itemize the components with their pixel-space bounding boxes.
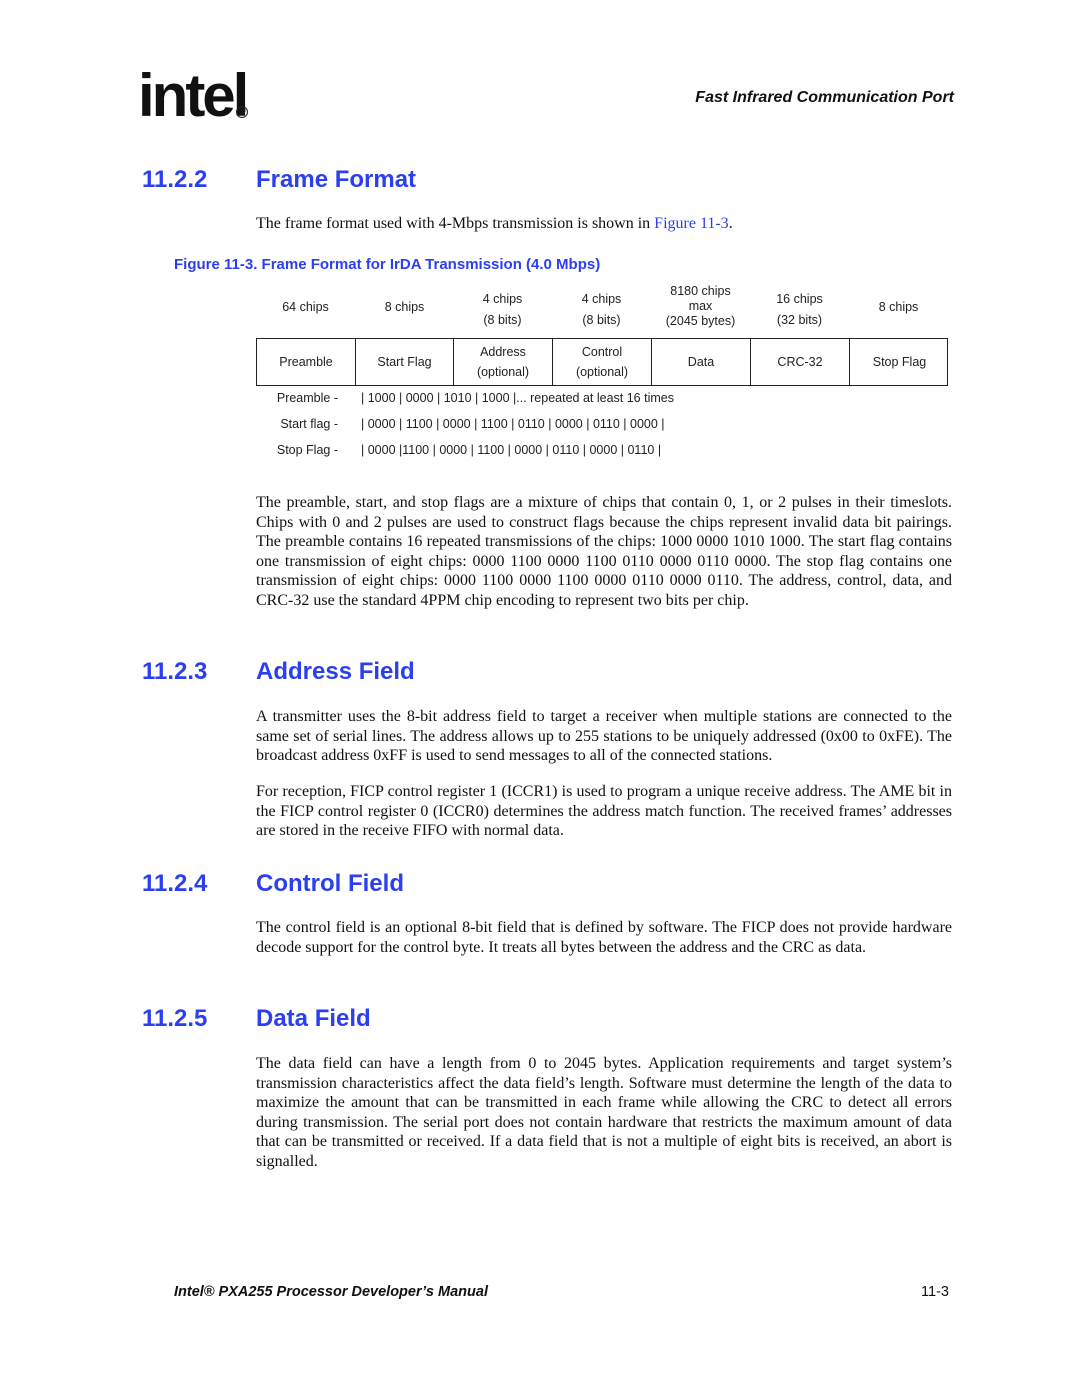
field-size-line: max	[688, 298, 713, 313]
field-size-line: (32 bits)	[776, 313, 823, 327]
frame-field-cell: CRC-32	[751, 339, 850, 385]
sequence-value-preamble: | 1000 | 0000 | 1010 | 1000 |... repeate…	[361, 391, 674, 405]
section-title-control-field: Control Field	[256, 870, 404, 897]
registered-mark-icon: ®	[236, 106, 248, 118]
frame-field-name: Address	[480, 345, 526, 359]
frame-field-cell: Stop Flag	[850, 339, 949, 385]
frame-field-cell: Control (optional)	[553, 339, 652, 385]
frame-field-name: Start Flag	[377, 355, 432, 369]
sequence-label-preamble: Preamble -	[276, 391, 338, 405]
field-size-line: (2045 bytes)	[665, 313, 736, 328]
field-size-line: 16 chips	[776, 292, 823, 306]
logo-wordmark: intel	[138, 62, 249, 129]
intro-end: .	[728, 215, 733, 232]
section-title-data-field: Data Field	[256, 1005, 371, 1032]
frame-field-name: Data	[687, 355, 715, 369]
field-size-label: 4 chips (8 bits)	[453, 289, 552, 331]
figure-link[interactable]: Figure 11-3	[654, 215, 729, 232]
sequence-label-stop-flag: Stop Flag -	[276, 443, 338, 457]
intel-logo: intel ®	[138, 66, 258, 132]
section-number-address-field: 11.2.3	[142, 658, 208, 685]
field-size-line: (8 bits)	[483, 313, 522, 327]
figure-caption: Figure 11-3. Frame Format for IrDA Trans…	[174, 256, 601, 273]
field-size-label: 64 chips	[256, 300, 355, 315]
field-size-label: 4 chips (8 bits)	[552, 289, 651, 331]
control-field-paragraph: The control field is an optional 8-bit f…	[256, 919, 952, 956]
frame-field-name: Control	[581, 345, 623, 359]
field-size-line: 8 chips	[384, 299, 425, 314]
sequence-value-stop-flag: | 0000 |1100 | 0000 | 1100 | 0000 | 0110…	[361, 443, 662, 457]
section-title-address-field: Address Field	[256, 658, 415, 685]
section-number-control-field: 11.2.4	[142, 870, 208, 897]
field-size-line: 4 chips	[482, 292, 523, 306]
frame-field-cell: Data	[652, 339, 751, 385]
frame-field-cell: Preamble	[257, 339, 356, 385]
footer-manual-title: Intel® PXA255 Processor Developer’s Manu…	[174, 1284, 488, 1300]
sequence-label-start-flag: Start flag -	[280, 417, 338, 431]
frame-field-name: (optional)	[476, 365, 530, 379]
section-number-data-field: 11.2.5	[142, 1005, 208, 1032]
frame-field-name: (optional)	[575, 365, 629, 379]
frame-format-paragraph: The preamble, start, and stop flags are …	[256, 494, 952, 609]
field-size-line: (8 bits)	[582, 313, 621, 327]
frame-field-name: Preamble	[279, 355, 333, 369]
frame-format-intro: The frame format used with 4-Mbps transm…	[256, 214, 952, 234]
address-field-paragraph-2: For reception, FICP control register 1 (…	[256, 783, 952, 839]
field-size-line: 4 chips	[581, 292, 622, 306]
field-size-line: 64 chips	[282, 299, 329, 314]
field-size-line: 8180 chips	[670, 283, 731, 298]
field-size-label: 8180 chips max (2045 bytes)	[651, 284, 750, 329]
intro-text: The frame format used with 4-Mbps transm…	[256, 215, 655, 232]
frame-field-name: Stop Flag	[872, 355, 927, 369]
sequence-value-start-flag: | 0000 | 1100 | 0000 | 1100 | 0110 | 000…	[361, 417, 665, 431]
field-size-label: 16 chips (32 bits)	[750, 289, 849, 331]
field-size-label: 8 chips	[849, 300, 948, 315]
frame-field-cell: Address (optional)	[454, 339, 553, 385]
frame-field-cell: Start Flag	[356, 339, 454, 385]
frame-format-diagram: Preamble Start Flag Address (optional) Contr…	[256, 338, 948, 386]
data-field-paragraph: The data field can have a length from 0 …	[256, 1055, 952, 1170]
section-number-frame-format: 11.2.2	[142, 166, 208, 193]
footer-page-number: 11-3	[921, 1284, 949, 1300]
address-field-paragraph-1: A transmitter uses the 8-bit address fie…	[256, 708, 952, 764]
running-header-title: Fast Infrared Communication Port	[695, 89, 954, 106]
field-size-line: 8 chips	[878, 299, 919, 314]
field-size-label: 8 chips	[355, 300, 454, 315]
frame-field-name: CRC-32	[777, 355, 823, 369]
section-title-frame-format: Frame Format	[256, 166, 417, 193]
